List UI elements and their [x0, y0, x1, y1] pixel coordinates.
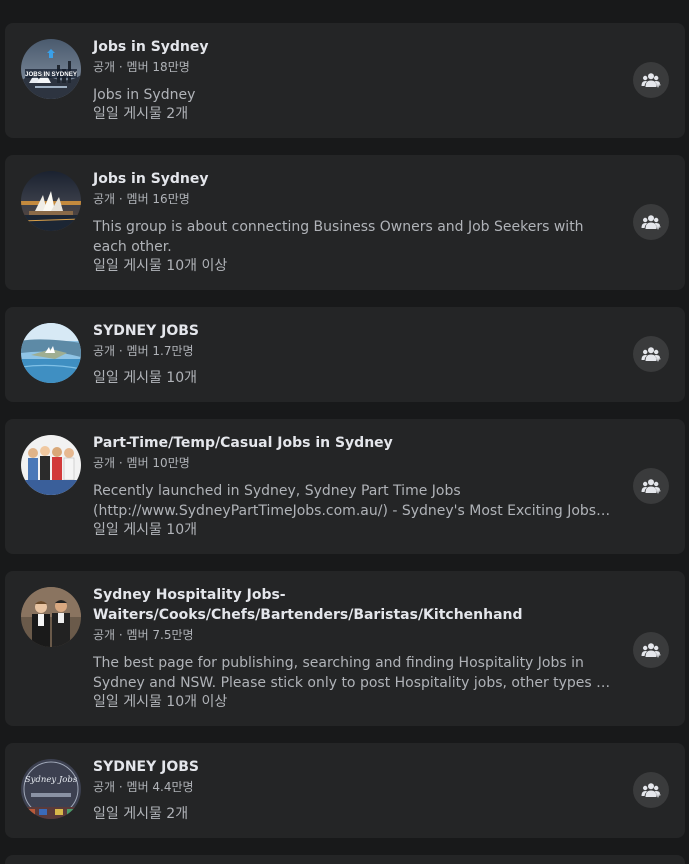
group-description: This group is about connecting Business …: [93, 219, 584, 255]
group-card[interactable]: Jobs in Sydney 공개 · 멤버 16만명 This group i…: [5, 155, 685, 290]
group-description: Recently launched in Sydney, Sydney Part…: [93, 483, 597, 519]
group-join-icon: [641, 73, 661, 88]
group-description: Jobs in Sydney: [93, 87, 196, 103]
group-card[interactable]: Sydney Hospitality Jobs-Waiters/Cooks/Ch…: [5, 571, 685, 726]
group-search-results: JOBS IN SYDNEY Jobs in Sydney 공개 · 멤버 18…: [0, 0, 689, 864]
group-card[interactable]: Part-Time/Temp/Casual Jobs in Sydney 공개 …: [5, 419, 685, 554]
hospitality-staff-photo-icon: [21, 587, 81, 647]
join-group-button[interactable]: [633, 336, 669, 372]
group-activity: 일일 게시물 10개: [93, 370, 197, 386]
group-name[interactable]: SYDNEY JOBS: [93, 321, 621, 341]
group-name[interactable]: SYDNEY JOBS: [93, 757, 621, 777]
group-join-icon: [641, 643, 661, 658]
join-group-button[interactable]: [633, 468, 669, 504]
group-activity: 일일 게시물 2개: [93, 806, 189, 822]
group-card[interactable]: SYDNEY JOBS 공개 · 멤버 1.7만명 일일 게시물 10개: [5, 307, 685, 402]
group-join-icon: [641, 783, 661, 798]
group-description: The best page for publishing, searching …: [93, 655, 620, 691]
group-avatar[interactable]: [21, 323, 81, 383]
join-group-button[interactable]: [633, 204, 669, 240]
group-meta: 공개 · 멤버 10만명: [93, 456, 190, 470]
opera-house-night-photo-icon: [21, 171, 81, 231]
group-card[interactable]: JOBS IN SYDNEY Jobs in Sydney 공개 · 멤버 18…: [5, 23, 685, 138]
join-group-button[interactable]: [633, 632, 669, 668]
group-meta: 공개 · 멤버 7.5만명: [93, 628, 194, 642]
svg-text:Sydney Jobs: Sydney Jobs: [25, 775, 78, 785]
group-meta: 공개 · 멤버 18만명: [93, 60, 190, 74]
group-meta: 공개 · 멤버 4.4만명: [93, 780, 194, 794]
group-name[interactable]: Jobs in Sydney: [93, 169, 621, 189]
group-join-icon: [641, 215, 661, 230]
group-meta: 공개 · 멤버 16만명: [93, 192, 190, 206]
join-group-button[interactable]: [633, 772, 669, 808]
group-avatar[interactable]: [21, 435, 81, 495]
group-join-icon: [641, 479, 661, 494]
harbour-aerial-photo-icon: [21, 323, 81, 383]
group-name[interactable]: Sydney Hospitality Jobs-Waiters/Cooks/Ch…: [93, 585, 621, 625]
group-card[interactable]: Sydney Jobs SYDNEY JOBS 공개 · 멤버 4.4만명 일일…: [5, 743, 685, 838]
group-card[interactable]: [5, 855, 685, 864]
group-activity: 일일 게시물 10개 이상: [93, 694, 228, 710]
svg-text:JOBS IN SYDNEY: JOBS IN SYDNEY: [25, 71, 78, 78]
group-activity: 일일 게시물 10개 이상: [93, 258, 228, 274]
group-avatar[interactable]: [21, 587, 81, 647]
sydney-skyline-logo-icon: JOBS IN SYDNEY: [21, 39, 81, 99]
group-name[interactable]: Jobs in Sydney: [93, 37, 621, 57]
workers-group-photo-icon: [21, 435, 81, 495]
group-activity: 일일 게시물 10개: [93, 522, 197, 538]
group-avatar[interactable]: Sydney Jobs: [21, 759, 81, 819]
join-group-button[interactable]: [633, 62, 669, 98]
group-activity: 일일 게시물 2개: [93, 106, 189, 122]
group-join-icon: [641, 347, 661, 362]
group-avatar[interactable]: JOBS IN SYDNEY: [21, 39, 81, 99]
group-name[interactable]: Part-Time/Temp/Casual Jobs in Sydney: [93, 433, 621, 453]
group-avatar[interactable]: [21, 171, 81, 231]
sydney-jobs-badge-icon: Sydney Jobs: [21, 759, 81, 819]
group-meta: 공개 · 멤버 1.7만명: [93, 344, 194, 358]
